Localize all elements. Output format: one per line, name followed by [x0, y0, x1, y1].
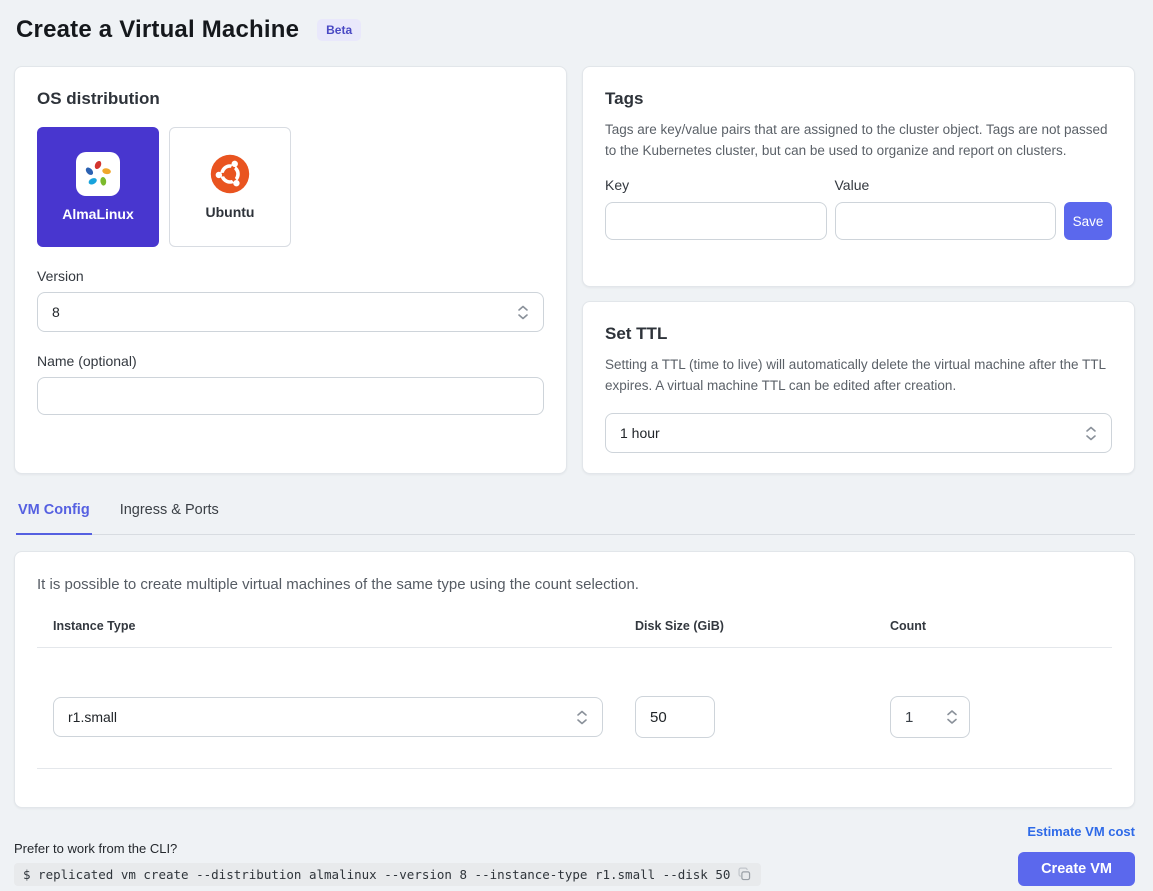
- instance-type-select[interactable]: r1.small: [53, 697, 603, 737]
- cli-prompt-text: Prefer to work from the CLI?: [14, 841, 761, 856]
- table-divider-top: [37, 647, 1112, 648]
- chevron-up-down-icon: [1085, 426, 1097, 441]
- vm-table-header-row: Instance Type Disk Size (GiB) Count: [53, 619, 1112, 647]
- estimate-vm-cost-link[interactable]: Estimate VM cost: [1027, 824, 1135, 839]
- cli-command-text: $ replicated vm create --distribution al…: [23, 867, 730, 882]
- tag-key-label: Key: [605, 177, 827, 193]
- tag-key-input[interactable]: [605, 202, 827, 240]
- cli-block: Prefer to work from the CLI? $ replicate…: [14, 841, 761, 886]
- vm-config-intro: It is possible to create multiple virtua…: [37, 576, 1112, 593]
- almalinux-icon: [80, 156, 116, 192]
- version-select[interactable]: 8: [37, 292, 544, 332]
- os-tile-label-ubuntu: Ubuntu: [206, 204, 255, 220]
- tags-form: Key Value Save: [605, 177, 1112, 240]
- instance-type-value: r1.small: [68, 709, 117, 725]
- vm-config-row: r1.small 1: [53, 674, 1112, 768]
- vm-config-table: Instance Type Disk Size (GiB) Count: [37, 619, 1112, 647]
- almalinux-logo-box: [76, 152, 120, 196]
- count-value: 1: [905, 709, 913, 726]
- tab-ingress-ports[interactable]: Ingress & Ports: [118, 500, 221, 534]
- vm-name-label: Name (optional): [37, 353, 544, 369]
- tag-value-field-group: Value: [835, 177, 1057, 240]
- tag-key-field-group: Key: [605, 177, 827, 240]
- vm-config-row-container: r1.small 1: [37, 674, 1112, 768]
- column-header-disk-size: Disk Size (GiB): [635, 619, 890, 633]
- chevron-up-down-icon: [946, 709, 958, 725]
- tag-value-label: Value: [835, 177, 1057, 193]
- card-bottom-spacer: [37, 769, 1112, 787]
- os-distribution-card: OS distribution AlmaLinux: [14, 66, 567, 474]
- vm-name-input[interactable]: [37, 377, 544, 415]
- chevron-up-down-icon: [517, 305, 529, 320]
- page-header: Create a Virtual Machine Beta: [0, 0, 1153, 66]
- os-tile-almalinux[interactable]: AlmaLinux: [37, 127, 159, 247]
- tags-card-title: Tags: [605, 89, 1112, 109]
- tags-card: Tags Tags are key/value pairs that are a…: [582, 66, 1135, 287]
- os-tile-label-almalinux: AlmaLinux: [62, 206, 134, 222]
- vm-config-card: It is possible to create multiple virtua…: [14, 551, 1135, 808]
- disk-size-cell: [635, 696, 890, 738]
- tab-vm-config[interactable]: VM Config: [16, 500, 92, 535]
- create-vm-button[interactable]: Create VM: [1018, 852, 1135, 886]
- ubuntu-icon: [210, 154, 250, 194]
- top-grid: OS distribution AlmaLinux: [14, 66, 1135, 474]
- instance-type-cell: r1.small: [53, 697, 603, 737]
- ttl-select-value: 1 hour: [620, 425, 660, 441]
- os-card-title: OS distribution: [37, 89, 544, 109]
- tab-bar: VM Config Ingress & Ports: [16, 500, 1135, 535]
- copy-icon[interactable]: [737, 867, 752, 882]
- ttl-card-description: Setting a TTL (time to live) will automa…: [605, 355, 1112, 396]
- cli-command-pill: $ replicated vm create --distribution al…: [14, 863, 761, 886]
- save-tag-button[interactable]: Save: [1064, 202, 1112, 240]
- tag-value-input[interactable]: [835, 202, 1057, 240]
- tags-card-description: Tags are key/value pairs that are assign…: [605, 120, 1112, 161]
- version-label: Version: [37, 268, 544, 284]
- right-column: Tags Tags are key/value pairs that are a…: [582, 66, 1135, 474]
- count-stepper[interactable]: 1: [890, 696, 970, 738]
- beta-badge: Beta: [317, 19, 361, 41]
- column-header-instance-type: Instance Type: [53, 619, 603, 633]
- ttl-card-title: Set TTL: [605, 324, 1112, 344]
- chevron-up-down-icon: [576, 710, 588, 725]
- ttl-card: Set TTL Setting a TTL (time to live) wil…: [582, 301, 1135, 474]
- version-select-value: 8: [52, 304, 60, 320]
- page-title: Create a Virtual Machine: [16, 16, 299, 44]
- os-tile-group: AlmaLinux: [37, 127, 544, 247]
- os-tile-ubuntu[interactable]: Ubuntu: [169, 127, 291, 247]
- count-cell: 1: [890, 696, 1112, 738]
- action-block: Estimate VM cost Create VM: [1018, 824, 1135, 886]
- disk-size-input[interactable]: [635, 696, 715, 738]
- ttl-select[interactable]: 1 hour: [605, 413, 1112, 453]
- column-header-count: Count: [890, 619, 1112, 633]
- page-footer: Prefer to work from the CLI? $ replicate…: [14, 824, 1135, 886]
